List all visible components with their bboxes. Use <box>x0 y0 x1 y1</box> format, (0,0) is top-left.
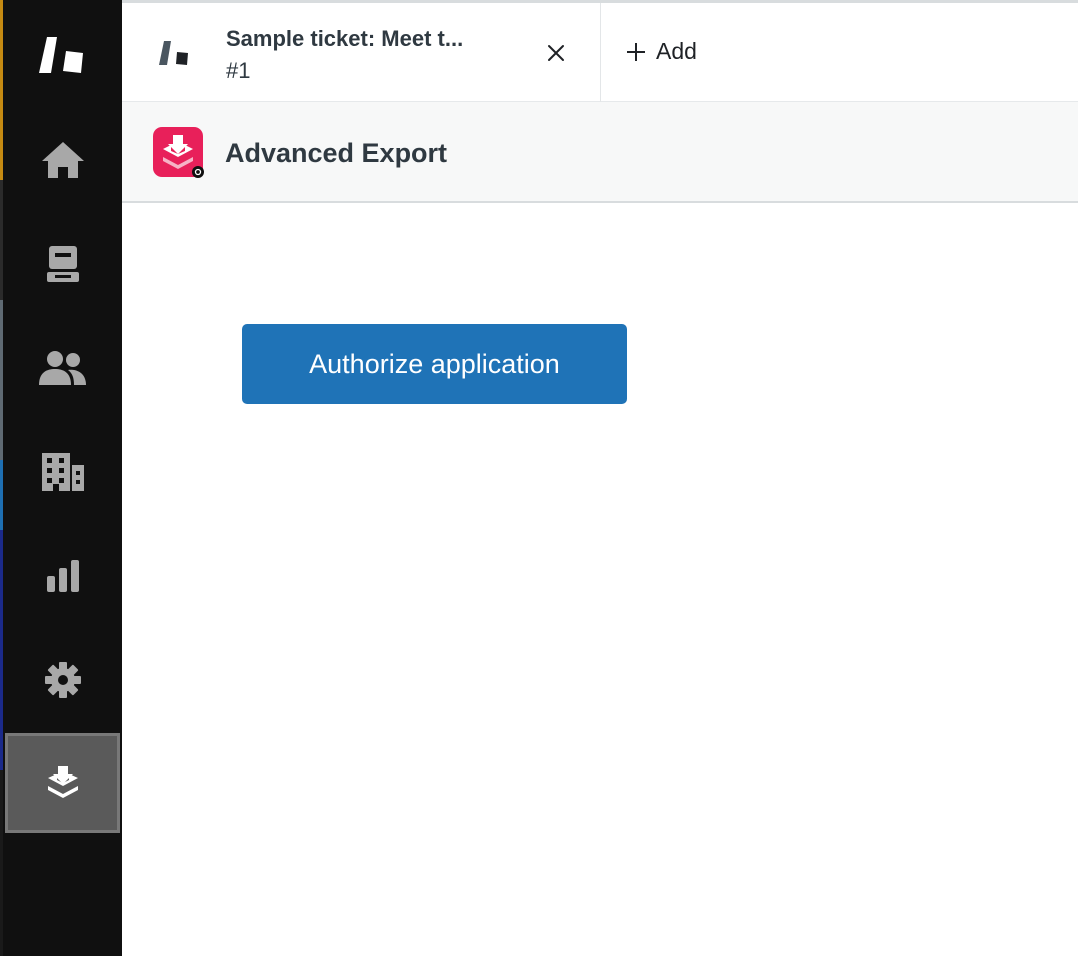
app-title: Advanced Export <box>225 138 448 168</box>
admin-gear-icon <box>44 662 81 698</box>
tab-ticket[interactable]: Sample ticket: Meet t... #1 <box>122 3 601 102</box>
add-tab-label: Add <box>656 38 697 64</box>
reporting-bar-chart-icon <box>46 560 79 592</box>
sidebar-item-organizations[interactable] <box>3 422 122 522</box>
home-icon <box>41 142 84 178</box>
ticket-tab-id: #1 <box>226 58 251 83</box>
views-inbox-icon <box>46 246 79 282</box>
sidebar-item-customers[interactable] <box>3 318 122 418</box>
app-content: Authorize application <box>122 203 1078 956</box>
tab-bar: Sample ticket: Meet t... #1 Add <box>122 0 1078 102</box>
ticket-tab-title: Sample ticket: Meet t... <box>226 26 464 51</box>
app-window: Sample ticket: Meet t... #1 Add Advanced… <box>0 0 1078 956</box>
close-icon[interactable] <box>546 43 566 63</box>
zendesk-logo-icon <box>38 37 83 73</box>
sidebar-item-admin[interactable] <box>3 630 122 730</box>
app-header: Advanced Export <box>122 102 1078 203</box>
sidebar-nav <box>3 0 122 956</box>
organizations-building-icon <box>41 453 84 491</box>
advanced-export-logo-icon <box>153 127 204 178</box>
authorize-application-button[interactable]: Authorize application <box>242 324 627 404</box>
ticket-logo-icon <box>159 41 188 65</box>
sidebar-item-advanced-export[interactable] <box>5 733 120 833</box>
add-tab-button[interactable]: Add <box>626 38 697 65</box>
sidebar-item-reporting[interactable] <box>3 526 122 626</box>
sidebar-item-home[interactable] <box>3 110 122 210</box>
sidebar-item-logo[interactable] <box>3 5 122 105</box>
customers-icon <box>38 351 86 385</box>
sidebar-item-views[interactable] <box>3 214 122 314</box>
plus-icon <box>627 42 645 61</box>
advanced-export-app-icon <box>47 766 78 798</box>
